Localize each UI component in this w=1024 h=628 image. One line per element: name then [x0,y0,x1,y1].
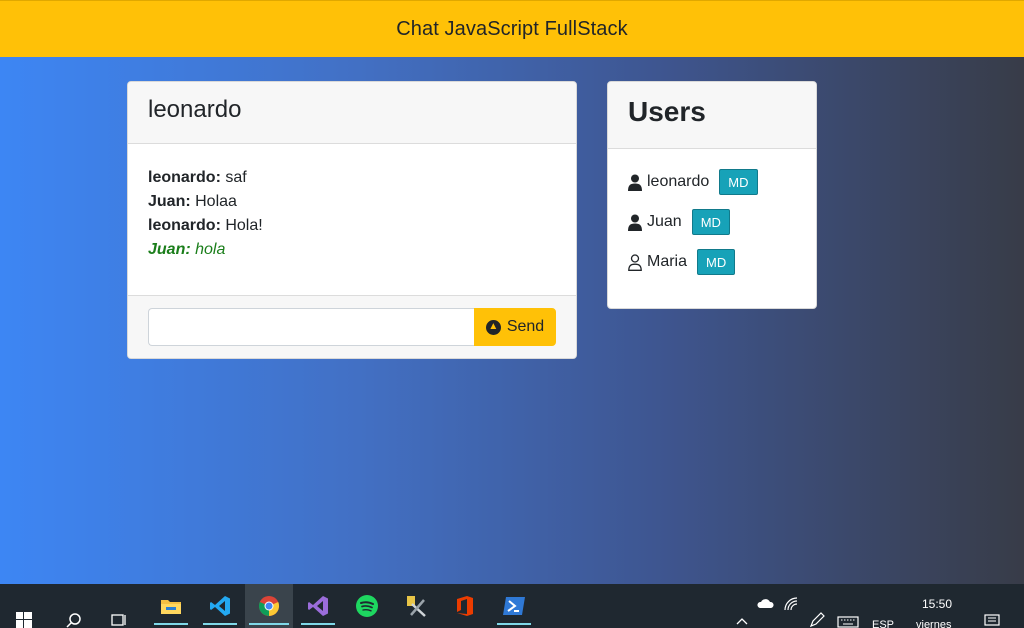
user-name: Maria [647,253,688,270]
clock-day[interactable]: viernes [916,619,951,628]
md-button[interactable]: MD [691,209,730,235]
user-solid-icon [628,214,642,231]
pen-icon[interactable] [806,584,828,628]
user-name: Juan [647,213,682,230]
users-list: leonardo MD Juan MD Maria MD [608,149,816,308]
powershell-icon[interactable] [493,584,535,628]
user-item: Maria MD [628,249,796,275]
send-button[interactable]: ▲ Send [474,308,556,346]
chat-header: leonardo [128,82,576,144]
chat-card: leonardo leonardo: saf Juan: Holaa leona… [127,81,577,359]
send-label: Send [506,318,545,335]
chevron-up-icon[interactable] [732,584,752,628]
chat-username: leonardo [148,96,242,123]
taskbar: ESP 15:50 viernes [0,584,1024,628]
chat-messages: leonardo: saf Juan: Holaa leonardo: Hola… [128,144,576,296]
tools-icon[interactable] [395,584,437,628]
chat-footer: ▲ Send [128,296,576,358]
message-input[interactable] [148,308,474,346]
message-user: leonardo: [148,217,221,234]
md-button[interactable]: MD [719,169,758,195]
user-outline-icon [628,253,642,271]
message-form: ▲ Send [148,308,556,346]
wifi-icon[interactable] [780,584,802,628]
clock-time[interactable]: 15:50 [922,597,952,611]
navbar-title: Chat JavaScript FullStack [396,17,628,40]
message-text: Holaa [195,193,237,210]
message-text: Hola! [225,217,263,234]
office-icon[interactable] [444,584,486,628]
user-item: Juan MD [628,209,796,235]
user-name: leonardo [647,173,710,190]
user-solid-icon [628,174,642,191]
users-title: Users [628,96,706,127]
file-explorer-icon[interactable] [150,584,192,628]
chat-message: leonardo: saf [148,166,556,190]
task-view-icon[interactable] [104,584,136,628]
spotify-icon[interactable] [346,584,388,628]
message-user: leonardo: [148,169,221,186]
vscode-icon[interactable] [199,584,241,628]
chrome-icon[interactable] [245,584,293,628]
users-card: Users leonardo MD Juan MD Maria MD [607,81,817,309]
chat-message: Juan: Holaa [148,190,556,214]
search-icon[interactable] [58,584,90,628]
message-user: Juan: [148,193,191,210]
arrow-up-circle-icon: ▲ [485,319,501,335]
windows-start-icon[interactable] [8,584,40,628]
chat-message: leonardo: Hola! [148,214,556,238]
keyboard-icon[interactable] [834,584,862,628]
user-item: leonardo MD [628,169,796,195]
visual-studio-icon[interactable] [297,584,339,628]
notifications-icon[interactable] [980,584,1004,628]
md-button[interactable]: MD [697,249,736,275]
message-text: saf [225,169,247,186]
chat-message-whisper: Juan: hola [148,238,556,262]
navbar: Chat JavaScript FullStack [0,0,1024,57]
message-user: Juan: [148,241,191,258]
message-text: hola [195,241,226,258]
language-indicator[interactable]: ESP [872,619,894,628]
users-header: Users [608,82,816,149]
cloud-icon[interactable] [754,584,776,628]
